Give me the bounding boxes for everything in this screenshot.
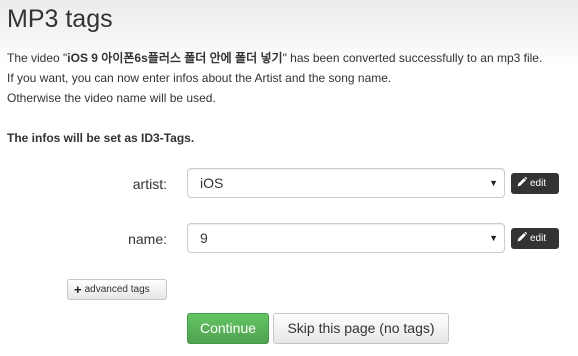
id3-note: The infos will be set as ID3-Tags. [7,131,195,145]
intro-text: The video "iOS 9 아이폰6s플러스 폴더 안에 폴더 넣기" h… [7,48,577,108]
pencil-icon [517,232,527,242]
artist-select[interactable]: iOS ▼ [187,168,505,198]
intro-line-1: The video "iOS 9 아이폰6s플러스 폴더 안에 폴더 넣기" h… [7,48,577,68]
plus-icon: + [74,282,82,297]
name-select[interactable]: 9 ▼ [187,223,505,253]
artist-select-value: iOS [200,175,224,191]
artist-edit-label: edit [530,178,547,189]
chevron-down-icon: ▼ [489,178,498,188]
artist-edit-button[interactable]: edit [511,173,559,194]
name-select-value: 9 [200,230,208,246]
advanced-tags-button[interactable]: + advanced tags [67,279,167,300]
video-name: iOS 9 아이폰6s플러스 폴더 안에 폴더 넣기 [67,51,283,65]
advanced-tags-label: advanced tags [84,284,150,295]
continue-button[interactable]: Continue [187,313,269,344]
intro-line-2: If you want, you can now enter infos abo… [7,71,392,85]
name-label: name: [128,231,167,247]
name-edit-button[interactable]: edit [511,228,559,249]
chevron-down-icon: ▼ [489,233,498,243]
intro-line-3: Otherwise the video name will be used. [7,91,216,105]
name-edit-label: edit [530,233,547,244]
page-title: MP3 tags [7,5,113,33]
intro-line-1-prefix: The video " [7,51,68,65]
skip-button[interactable]: Skip this page (no tags) [273,313,449,344]
pencil-icon [517,177,527,187]
artist-label: artist: [132,176,167,192]
intro-line-1-suffix: " has been converted successfully to an … [282,51,543,65]
